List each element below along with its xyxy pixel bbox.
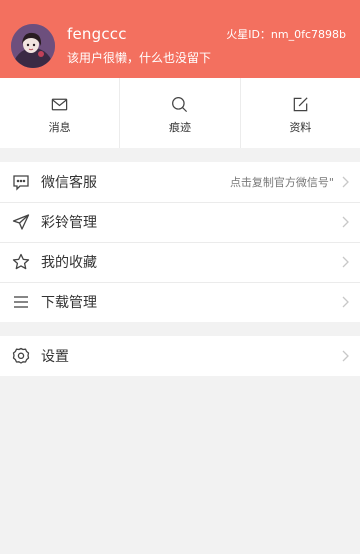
chevron-right-icon bbox=[340, 349, 350, 363]
chevron-right-icon bbox=[340, 215, 350, 229]
menu-item-wechat-service[interactable]: 微信客服 点击复制官方微信号" bbox=[0, 162, 360, 202]
chat-bubble-icon bbox=[11, 172, 31, 192]
gear-icon bbox=[11, 346, 31, 366]
menu-item-ringtone[interactable]: 彩铃管理 bbox=[0, 202, 360, 242]
bottom-edge-indicator bbox=[170, 548, 192, 554]
profile-page: fengccc 该用户很懒，什么也没留下 火星ID：nm_0fc7898b 消息… bbox=[0, 0, 360, 554]
messages-label: 消息 bbox=[48, 121, 71, 134]
profile-header: fengccc 该用户很懒，什么也没留下 火星ID：nm_0fc7898b bbox=[0, 0, 360, 78]
history-button[interactable]: 痕迹 bbox=[119, 78, 239, 148]
messages-button[interactable]: 消息 bbox=[0, 78, 119, 148]
menu-item-label: 彩铃管理 bbox=[41, 215, 97, 231]
envelope-icon bbox=[50, 95, 69, 114]
chevron-right-icon bbox=[340, 295, 350, 309]
menu-item-label: 我的收藏 bbox=[41, 255, 97, 271]
menu-item-settings[interactable]: 设置 bbox=[0, 336, 360, 376]
history-label: 痕迹 bbox=[168, 121, 191, 134]
chevron-right-icon bbox=[340, 255, 350, 269]
search-icon bbox=[170, 95, 189, 114]
menu-lines-icon bbox=[11, 292, 31, 312]
settings-list: 设置 bbox=[0, 336, 360, 376]
menu-item-label: 下载管理 bbox=[41, 295, 97, 311]
avatar[interactable] bbox=[11, 24, 55, 68]
menu-item-favorites[interactable]: 我的收藏 bbox=[0, 242, 360, 282]
paper-plane-icon bbox=[11, 212, 31, 232]
edit-icon bbox=[291, 95, 310, 114]
profile-info-label: 资料 bbox=[289, 121, 312, 134]
copy-wechat-hint: 点击复制官方微信号" bbox=[229, 176, 334, 189]
user-id[interactable]: 火星ID：nm_0fc7898b bbox=[226, 28, 346, 42]
menu-item-label: 微信客服 bbox=[41, 175, 97, 191]
profile-info-button[interactable]: 资料 bbox=[239, 78, 360, 148]
star-icon bbox=[11, 252, 31, 272]
menu-list: 微信客服 点击复制官方微信号" 彩铃管理 我的收藏 下载管理 bbox=[0, 162, 360, 322]
menu-item-label: 设置 bbox=[41, 349, 69, 365]
user-signature: 该用户很懒，什么也没留下 bbox=[67, 51, 212, 65]
username: fengccc bbox=[67, 25, 127, 43]
menu-item-downloads[interactable]: 下载管理 bbox=[0, 282, 360, 322]
quick-actions: 消息 痕迹 资料 bbox=[0, 78, 360, 148]
chevron-right-icon bbox=[340, 175, 350, 189]
